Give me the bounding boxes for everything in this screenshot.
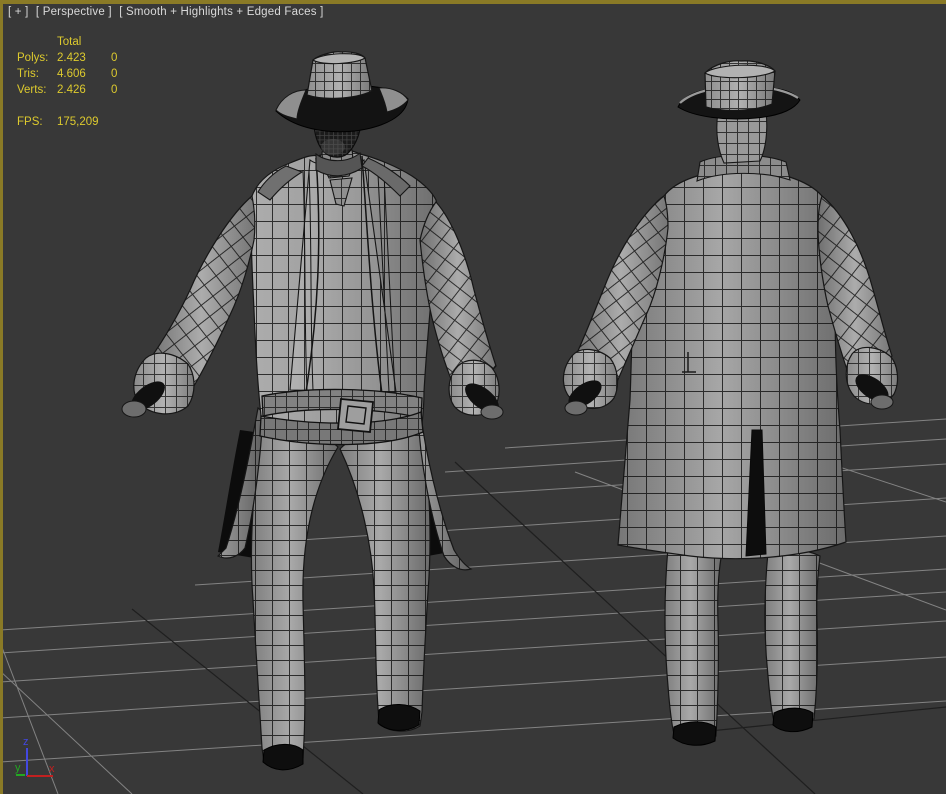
viewport[interactable]: z x y [ + ] [ Perspective ] [ Smooth + H… — [0, 0, 946, 794]
verts-total: 2.426 — [57, 84, 86, 96]
stats-row-fps: FPS: 175,209 — [17, 114, 117, 130]
polys-selected: 0 — [111, 52, 118, 64]
chin-highlight — [321, 139, 345, 155]
hand-right — [480, 404, 504, 420]
fps-label: FPS: — [17, 116, 43, 128]
fps-value: 175,209 — [57, 116, 99, 128]
viewport-shading-menu[interactable]: [ Smooth + Highlights + Edged Faces ] — [119, 6, 323, 18]
world-axis-gizmo: z x y — [15, 736, 55, 777]
stats-row-tris: Tris: 4.606 0 — [17, 66, 117, 82]
stats-total-header: Total — [57, 36, 82, 48]
axis-x-label: x — [49, 763, 55, 775]
stats-row-verts: Verts: 2.426 0 — [17, 82, 117, 98]
hand-right-back — [870, 394, 894, 410]
belt-buckle — [337, 398, 374, 433]
stats-row-polys: Polys: 2.423 0 — [17, 50, 117, 66]
viewport-label-bar: [ + ] [ Perspective ] [ Smooth + Highlig… — [8, 6, 327, 18]
stats-header-row: Total — [17, 34, 117, 50]
active-viewport-border-top — [0, 0, 946, 4]
polys-label: Polys: — [17, 52, 49, 64]
tris-selected: 0 — [111, 68, 118, 80]
axis-z-label: z — [23, 736, 29, 748]
verts-selected: 0 — [111, 84, 118, 96]
tris-label: Tris: — [17, 68, 39, 80]
viewport-canvas[interactable]: z x y — [0, 0, 946, 794]
viewport-statistics: Total Polys: 2.423 0 Tris: 4.606 0 Verts: 2.4… — [17, 34, 117, 130]
verts-label: Verts: — [17, 84, 47, 96]
axis-y-label: y — [15, 762, 21, 774]
polys-total: 2.423 — [57, 52, 86, 64]
active-viewport-border-left — [0, 0, 3, 794]
hand-left — [121, 400, 147, 418]
viewport-general-menu[interactable]: [ + ] — [8, 6, 29, 18]
viewport-pov-menu[interactable]: [ Perspective ] — [36, 6, 112, 18]
tris-total: 4.606 — [57, 68, 86, 80]
hand-left-back — [564, 400, 588, 416]
